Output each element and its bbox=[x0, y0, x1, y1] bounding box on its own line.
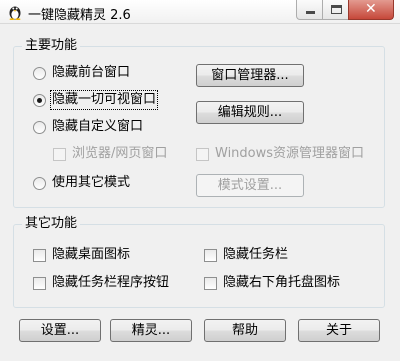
checkbox-indicator bbox=[204, 248, 217, 262]
maximize-button[interactable] bbox=[322, 0, 349, 20]
checkbox-hide-taskbar-buttons[interactable]: 隐藏任务栏程序按钮 bbox=[33, 275, 169, 291]
checkbox-label: 隐藏桌面图标 bbox=[52, 247, 131, 262]
penguin-icon bbox=[9, 6, 21, 20]
radio-indicator-selected bbox=[33, 93, 46, 107]
other-features-title: 其它功能 bbox=[22, 216, 81, 232]
checkbox-explorer-window[interactable]: Windows资源管理器窗口 bbox=[196, 146, 364, 162]
radio-hide-custom[interactable]: 隐藏自定义窗口 bbox=[33, 119, 143, 135]
main-features-group: 主要功能 隐藏前台窗口 隐藏一切可视窗口 隐藏自定义窗口 浏览器/网页窗口 Wi… bbox=[13, 38, 385, 208]
radio-indicator bbox=[33, 176, 46, 190]
checkbox-browser-window[interactable]: 浏览器/网页窗口 bbox=[53, 146, 167, 162]
help-button[interactable]: 帮助 bbox=[204, 319, 286, 342]
checkbox-indicator bbox=[33, 276, 46, 290]
window-title: 一键隐藏精灵 2.6 bbox=[28, 8, 131, 23]
edit-rules-button[interactable]: 编辑规则... bbox=[196, 101, 304, 124]
main-features-title: 主要功能 bbox=[22, 38, 81, 54]
checkbox-label: 隐藏任务栏 bbox=[223, 247, 289, 262]
radio-indicator bbox=[33, 120, 46, 134]
settings-button[interactable]: 设置... bbox=[19, 319, 101, 342]
window-controls: ✕ bbox=[296, 0, 394, 20]
radio-hide-foreground[interactable]: 隐藏前台窗口 bbox=[33, 65, 130, 81]
checkbox-label: Windows资源管理器窗口 bbox=[215, 146, 365, 161]
checkbox-label: 隐藏任务栏程序按钮 bbox=[52, 275, 170, 290]
close-icon: ✕ bbox=[365, 1, 377, 17]
checkbox-indicator bbox=[53, 147, 66, 161]
maximize-icon bbox=[331, 5, 342, 14]
mode-settings-button[interactable]: 模式设置... bbox=[196, 174, 304, 197]
checkbox-indicator bbox=[204, 276, 217, 290]
radio-label: 隐藏一切可视窗口 bbox=[49, 90, 159, 110]
checkbox-label: 隐藏右下角托盘图标 bbox=[223, 275, 341, 290]
title-bar[interactable]: 一键隐藏精灵 2.6 ✕ bbox=[0, 0, 400, 24]
radio-other-mode[interactable]: 使用其它模式 bbox=[33, 175, 130, 191]
checkbox-hide-desktop-icons[interactable]: 隐藏桌面图标 bbox=[33, 247, 130, 263]
checkbox-indicator bbox=[196, 147, 209, 161]
other-features-group: 其它功能 隐藏桌面图标 隐藏任务栏 隐藏任务栏程序按钮 隐藏右下角托盘图标 bbox=[13, 216, 385, 308]
about-button[interactable]: 关于 bbox=[298, 319, 380, 342]
close-button[interactable]: ✕ bbox=[348, 0, 394, 20]
radio-label: 隐藏自定义窗口 bbox=[52, 119, 144, 134]
radio-hide-all-visible[interactable]: 隐藏一切可视窗口 bbox=[33, 90, 159, 110]
checkbox-hide-tray-icons[interactable]: 隐藏右下角托盘图标 bbox=[204, 275, 340, 291]
checkbox-indicator bbox=[33, 248, 46, 262]
radio-label: 使用其它模式 bbox=[52, 175, 131, 190]
window-manager-button[interactable]: 窗口管理器... bbox=[196, 64, 304, 87]
radio-label: 隐藏前台窗口 bbox=[52, 65, 131, 80]
minimize-button[interactable] bbox=[296, 0, 323, 20]
radio-indicator bbox=[33, 66, 46, 80]
wizard-button[interactable]: 精灵... bbox=[110, 319, 192, 342]
checkbox-hide-taskbar[interactable]: 隐藏任务栏 bbox=[204, 247, 288, 263]
minimize-icon bbox=[306, 11, 315, 14]
checkbox-label: 浏览器/网页窗口 bbox=[72, 146, 168, 161]
